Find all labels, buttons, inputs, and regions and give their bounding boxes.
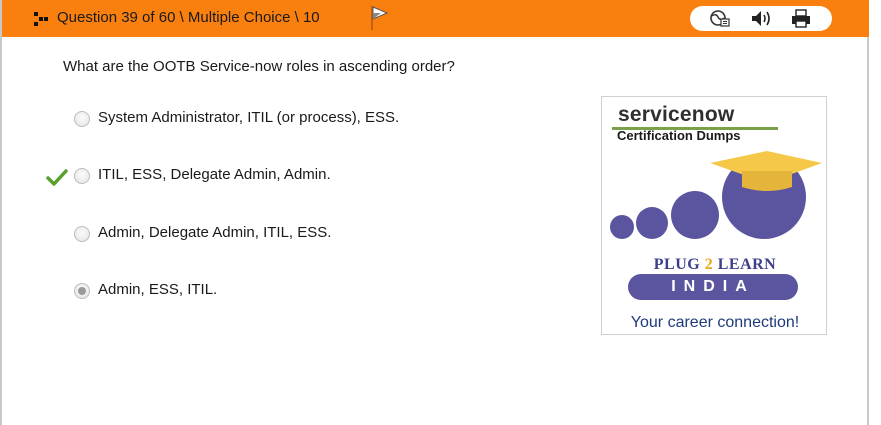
answer-option-label: Admin, ESS, ITIL. xyxy=(98,281,218,298)
plug2learn-text: PLUG 2 LEARN xyxy=(653,256,777,273)
radio-button[interactable] xyxy=(74,226,90,242)
flag-icon[interactable] xyxy=(369,5,389,31)
promo-tagline: Your career connection! xyxy=(630,314,800,331)
graduation-circles-graphic xyxy=(610,151,822,239)
toolbar xyxy=(690,6,832,31)
promo-subtitle: Certification Dumps xyxy=(617,128,741,143)
radio-button[interactable] xyxy=(74,168,90,184)
correct-answer-check-icon xyxy=(46,169,68,186)
promo-banner: servicenow Certification Dumps PLUG 2 LE… xyxy=(601,96,827,335)
answer-option-label: Admin, Delegate Admin, ITIL, ESS. xyxy=(98,224,332,241)
radio-button[interactable] xyxy=(74,111,90,127)
servicenow-logo: servicenow xyxy=(618,103,735,126)
question-header: Question 39 of 60 \ Multiple Choice \ 10 xyxy=(2,0,869,37)
globe-icon[interactable] xyxy=(709,9,731,28)
question-text: What are the OOTB Service-now roles in a… xyxy=(63,58,455,75)
radio-button-selected[interactable] xyxy=(74,283,90,299)
question-counter-title: Question 39 of 60 \ Multiple Choice \ 10 xyxy=(57,9,320,26)
speaker-icon[interactable] xyxy=(750,9,772,28)
india-badge: INDIA xyxy=(628,274,798,300)
answer-option-label: ITIL, ESS, Delegate Admin, Admin. xyxy=(98,166,331,183)
printer-icon[interactable] xyxy=(790,9,812,28)
question-window: Question 39 of 60 \ Multiple Choice \ 10 xyxy=(0,0,869,425)
move-handle-icon[interactable] xyxy=(34,12,48,26)
answer-option-label: System Administrator, ITIL (or process),… xyxy=(98,109,400,126)
